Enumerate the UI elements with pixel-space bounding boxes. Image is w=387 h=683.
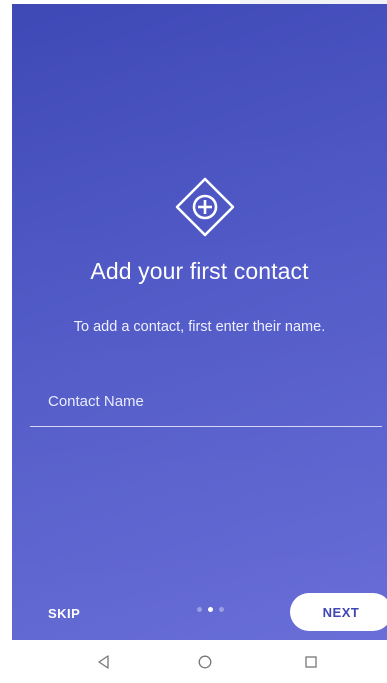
contact-name-field[interactable] bbox=[30, 380, 387, 430]
onboarding-screen: Add your first contact To add a contact,… bbox=[12, 4, 387, 640]
system-nav-bar bbox=[12, 640, 387, 683]
recent-apps-square-icon[interactable] bbox=[291, 649, 331, 675]
plus-diamond-icon bbox=[173, 175, 237, 239]
page-subtitle: To add a contact, first enter their name… bbox=[73, 319, 326, 335]
page-title: Add your first contact bbox=[90, 258, 309, 284]
home-circle-icon[interactable] bbox=[185, 649, 225, 675]
contact-name-input[interactable] bbox=[30, 380, 387, 422]
next-button[interactable]: NEXT bbox=[290, 593, 387, 631]
input-underline bbox=[30, 426, 382, 427]
back-triangle-icon[interactable] bbox=[84, 649, 124, 675]
page-indicator bbox=[197, 607, 224, 615]
page-dot bbox=[219, 607, 224, 612]
skip-button[interactable]: SKIP bbox=[48, 601, 108, 625]
page-dot bbox=[197, 607, 202, 612]
page-dot-active bbox=[208, 607, 213, 612]
